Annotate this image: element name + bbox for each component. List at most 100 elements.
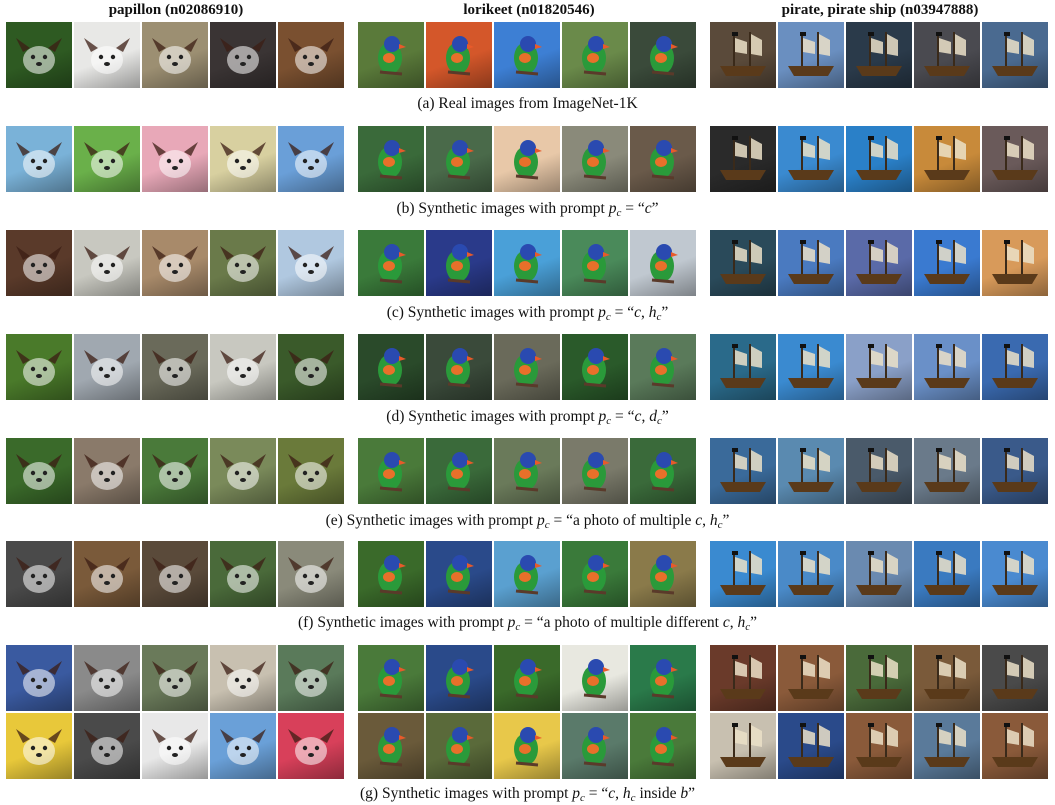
image-tile-dog [278, 22, 344, 88]
image-tile-bird [494, 645, 560, 711]
image-tile-ship [710, 230, 776, 296]
image-tile-ship [710, 541, 776, 607]
image-tile-bird [630, 334, 696, 400]
image-tile-dog [6, 126, 72, 192]
image-tile-bird [358, 541, 424, 607]
image-tile-ship [982, 541, 1048, 607]
image-tile-bird [358, 645, 424, 711]
image-tile-bird [562, 230, 628, 296]
image-tile-bird [426, 541, 492, 607]
image-tile-ship [710, 22, 776, 88]
image-tile-bird [358, 230, 424, 296]
caption-prompt-b: pc = “c” [608, 200, 659, 219]
image-tile-bird [562, 645, 628, 711]
image-tile-ship [982, 126, 1048, 192]
caption-prompt-c: pc = “c, hc” [598, 304, 669, 323]
image-tile-ship [710, 645, 776, 711]
image-tile-ship [710, 334, 776, 400]
image-tile-dog [210, 713, 276, 779]
image-tile-bird [562, 334, 628, 400]
image-tile-bird [426, 438, 492, 504]
image-tile-ship [914, 230, 980, 296]
image-tile-bird [358, 334, 424, 400]
caption-prompt-f: pc = “a photo of multiple different c, h… [507, 614, 758, 633]
image-tile-bird [494, 230, 560, 296]
image-tile-dog [278, 334, 344, 400]
image-tile-bird [426, 334, 492, 400]
image-tile-dog [210, 126, 276, 192]
image-tile-dog [278, 645, 344, 711]
image-tile-bird [494, 22, 560, 88]
image-tile-ship [846, 438, 912, 504]
image-tile-ship [778, 230, 844, 296]
image-tile-ship [710, 713, 776, 779]
caption-a: (a) Real images from ImageNet-1K [417, 95, 638, 112]
image-tile-dog [74, 230, 140, 296]
image-tile-bird [426, 645, 492, 711]
image-tile-dog [210, 438, 276, 504]
image-tile-ship [982, 438, 1048, 504]
image-tile-ship [846, 22, 912, 88]
image-tile-dog [74, 438, 140, 504]
column-title-ship: pirate, pirate ship (n03947888) [781, 2, 979, 18]
image-tile-dog [74, 713, 140, 779]
image-tile-dog [210, 541, 276, 607]
image-tile-dog [6, 541, 72, 607]
image-tile-dog [6, 334, 72, 400]
image-tile-bird [426, 126, 492, 192]
image-tile-dog [142, 438, 208, 504]
image-tile-bird [562, 541, 628, 607]
image-tile-dog [210, 230, 276, 296]
image-tile-ship [778, 645, 844, 711]
image-tile-ship [914, 126, 980, 192]
caption-prompt-d: pc = “c, dc” [598, 408, 669, 427]
image-tile-bird [630, 541, 696, 607]
image-tile-ship [914, 645, 980, 711]
image-tile-dog [74, 334, 140, 400]
image-tile-ship [846, 645, 912, 711]
image-tile-dog [6, 230, 72, 296]
image-tile-dog [74, 126, 140, 192]
image-tile-dog [278, 126, 344, 192]
caption-f: (f) Synthetic images with prompt pc = “a… [297, 614, 758, 633]
image-tile-ship [914, 334, 980, 400]
caption-g: (g) Synthetic images with prompt pc = “c… [360, 785, 695, 804]
image-tile-dog [74, 22, 140, 88]
image-tile-bird [426, 22, 492, 88]
image-tile-dog [6, 438, 72, 504]
image-tile-dog [210, 22, 276, 88]
image-tile-bird [562, 22, 628, 88]
image-tile-dog [142, 645, 208, 711]
image-tile-dog [74, 541, 140, 607]
image-tile-bird [562, 438, 628, 504]
image-tile-bird [358, 126, 424, 192]
image-tile-ship [982, 334, 1048, 400]
image-tile-bird [562, 126, 628, 192]
image-tile-ship [914, 22, 980, 88]
image-tile-dog [278, 713, 344, 779]
image-tile-ship [778, 126, 844, 192]
image-tile-dog [142, 541, 208, 607]
image-tile-bird [630, 126, 696, 192]
image-tile-bird [358, 438, 424, 504]
image-tile-bird [494, 334, 560, 400]
image-tile-bird [358, 22, 424, 88]
image-tile-bird [426, 230, 492, 296]
image-tile-dog [6, 645, 72, 711]
image-tile-bird [426, 713, 492, 779]
image-tile-dog [278, 438, 344, 504]
image-tile-bird [630, 230, 696, 296]
image-tile-dog [142, 22, 208, 88]
image-tile-ship [846, 713, 912, 779]
image-tile-ship [846, 334, 912, 400]
caption-prompt-g: pc = “c, hc inside b” [572, 785, 695, 804]
image-tile-bird [358, 713, 424, 779]
image-tile-ship [982, 713, 1048, 779]
image-tile-ship [982, 645, 1048, 711]
image-tile-ship [914, 438, 980, 504]
image-tile-bird [494, 126, 560, 192]
image-tile-dog [6, 22, 72, 88]
image-tile-ship [982, 230, 1048, 296]
image-tile-ship [846, 230, 912, 296]
image-tile-ship [778, 334, 844, 400]
